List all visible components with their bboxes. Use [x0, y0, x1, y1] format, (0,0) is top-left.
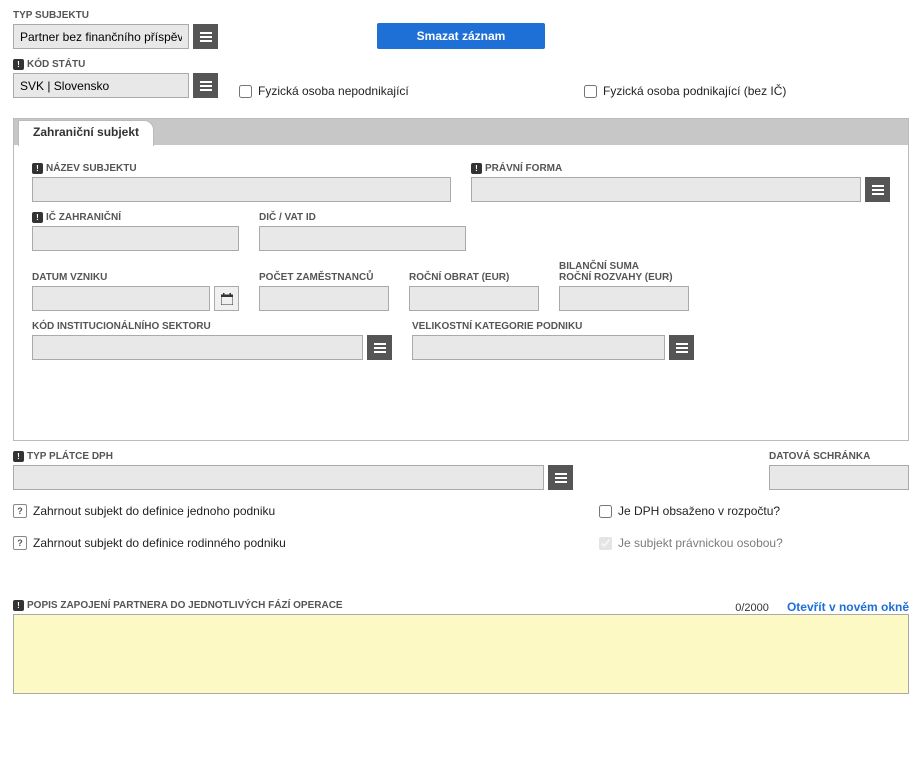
- help-icon[interactable]: ?: [13, 504, 27, 518]
- je-dph-checkbox[interactable]: [599, 505, 612, 518]
- list-icon: [374, 342, 386, 354]
- typ-subjektu-label: TYP SUBJEKTU: [13, 10, 219, 21]
- je-subjekt-checkbox: [599, 537, 612, 550]
- datova-schranka-field[interactable]: [769, 465, 909, 490]
- dic-vat-field[interactable]: [259, 226, 466, 251]
- zahrnout-jednoho-label: Zahrnout subjekt do definice jednoho pod…: [33, 504, 275, 518]
- typ-platce-list-button[interactable]: [548, 465, 573, 490]
- zahrnout-rodin-label: Zahrnout subjekt do definice rodinného p…: [33, 536, 286, 550]
- fyzicka-nepodnik-checkbox[interactable]: [239, 85, 252, 98]
- smazat-zaznam-button[interactable]: Smazat záznam: [377, 23, 546, 49]
- popis-char-count: 0/2000: [735, 602, 769, 614]
- kod-statu-field[interactable]: [13, 73, 189, 98]
- kod-inst-label: KÓD INSTITUCIONÁLNÍHO SEKTORU: [32, 321, 392, 332]
- pravni-forma-field[interactable]: [471, 177, 861, 202]
- typ-platce-label: ! TYP PLÁTCE DPH: [13, 451, 573, 462]
- fyzicka-podnik-label: Fyzická osoba podnikající (bez IČ): [603, 84, 786, 98]
- ic-zahranicni-label: ! IČ ZAHRANIČNÍ: [32, 212, 239, 223]
- calendar-icon: [221, 293, 233, 305]
- popis-textarea[interactable]: [13, 614, 909, 694]
- list-icon: [200, 80, 212, 92]
- list-icon: [200, 31, 212, 43]
- popis-label: ! POPIS ZAPOJENÍ PARTNERA DO JEDNOTLIVÝC…: [13, 600, 343, 611]
- pravni-forma-list-button[interactable]: [865, 177, 890, 202]
- velikost-kat-list-button[interactable]: [669, 335, 694, 360]
- datum-vzniku-calendar-button[interactable]: [214, 286, 239, 311]
- zahranicni-subjekt-tabs: Zahraniční subjekt ! NÁZEV SUBJEKTU ! PR…: [13, 118, 909, 441]
- typ-subjektu-list-button[interactable]: [193, 24, 218, 49]
- rocni-obrat-field[interactable]: [409, 286, 539, 311]
- ic-zahranicni-field[interactable]: [32, 226, 239, 251]
- list-icon: [555, 472, 567, 484]
- list-icon: [676, 342, 688, 354]
- kod-statu-list-button[interactable]: [193, 73, 218, 98]
- open-new-window-link[interactable]: Otevřít v novém okně: [787, 600, 909, 614]
- fyzicka-nepodnik-label: Fyzická osoba nepodnikající: [258, 84, 409, 98]
- info-icon: !: [32, 163, 43, 174]
- info-icon: !: [471, 163, 482, 174]
- dic-vat-label: DIČ / VAT ID: [259, 212, 466, 223]
- velikost-kat-field[interactable]: [412, 335, 665, 360]
- nazev-subjektu-field[interactable]: [32, 177, 451, 202]
- datum-vzniku-field[interactable]: [32, 286, 210, 311]
- nazev-subjektu-label: ! NÁZEV SUBJEKTU: [32, 163, 451, 174]
- kod-inst-field[interactable]: [32, 335, 363, 360]
- kod-inst-list-button[interactable]: [367, 335, 392, 360]
- tab-zahranicni-subjekt[interactable]: Zahraniční subjekt: [18, 120, 154, 146]
- list-icon: [872, 184, 884, 196]
- pocet-zam-field[interactable]: [259, 286, 389, 311]
- kod-statu-label: ! KÓD STÁTU: [13, 59, 219, 70]
- datum-vzniku-label: DATUM VZNIKU: [32, 272, 239, 283]
- je-subjekt-label: Je subjekt právnickou osobou?: [618, 536, 783, 550]
- pocet-zam-label: POČET ZAMĚSTNANCŮ: [259, 272, 389, 283]
- info-icon: !: [13, 600, 24, 611]
- typ-subjektu-field[interactable]: [13, 24, 189, 49]
- bilancni-suma-label: BILANČNÍ SUMA ROČNÍ ROZVAHY (EUR): [559, 261, 689, 283]
- info-icon: !: [13, 451, 24, 462]
- info-icon: !: [13, 59, 24, 70]
- velikost-kat-label: VELIKOSTNÍ KATEGORIE PODNIKU: [412, 321, 694, 332]
- fyzicka-podnik-checkbox[interactable]: [584, 85, 597, 98]
- je-dph-label: Je DPH obsaženo v rozpočtu?: [618, 504, 780, 518]
- pravni-forma-label: ! PRÁVNÍ FORMA: [471, 163, 890, 174]
- datova-schranka-label: DATOVÁ SCHRÁNKA: [769, 451, 909, 462]
- help-icon[interactable]: ?: [13, 536, 27, 550]
- info-icon: !: [32, 212, 43, 223]
- typ-platce-field[interactable]: [13, 465, 544, 490]
- bilancni-suma-field[interactable]: [559, 286, 689, 311]
- rocni-obrat-label: ROČNÍ OBRAT (EUR): [409, 272, 539, 283]
